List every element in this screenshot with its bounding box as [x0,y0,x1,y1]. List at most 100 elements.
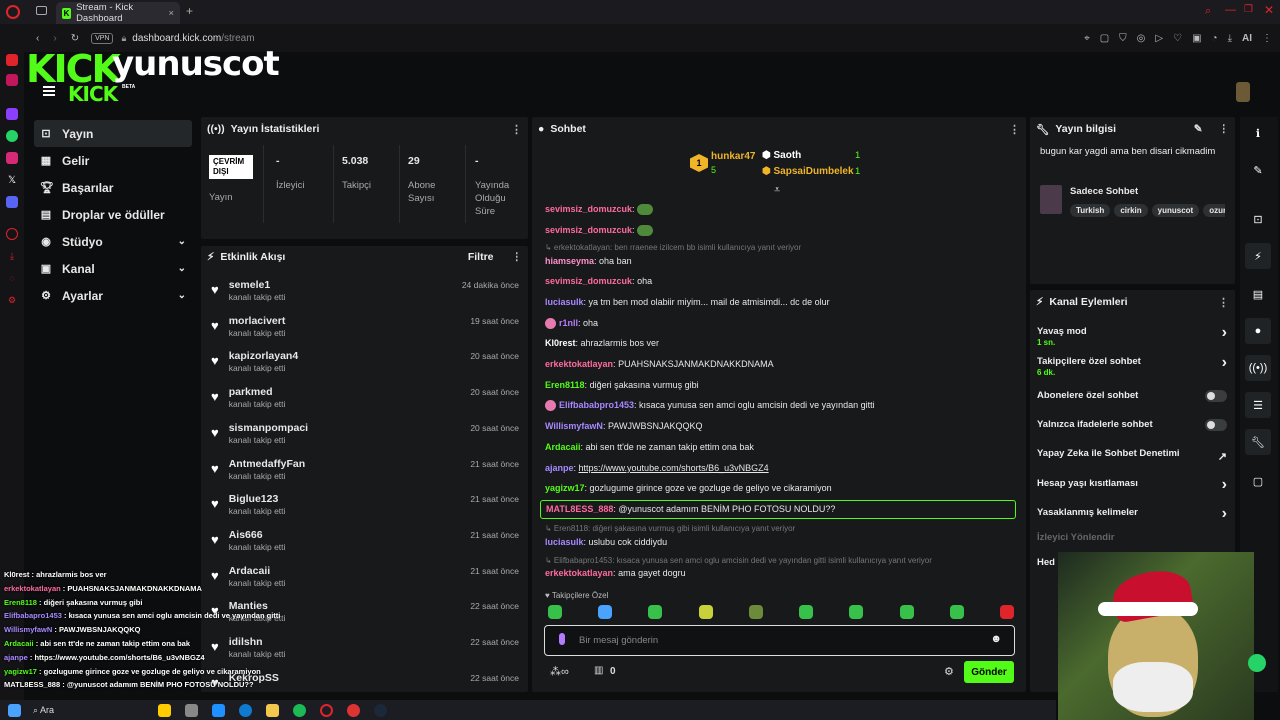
discord-icon[interactable] [6,196,18,208]
activity-event[interactable]: ♥ sismanpompaci kanalı takip etti 20 saat ö… [211,419,519,455]
browser-tab-active[interactable]: K Stream - Kick Dashboard × [56,2,180,24]
search-icon[interactable]: ⌕ [1205,5,1211,18]
chat-message[interactable]: sevimsiz_domuzcuk: [545,225,654,237]
pencil-icon[interactable]: ✎ [1245,157,1271,183]
tag-chip[interactable]: Turkish [1070,204,1111,217]
sliders-icon[interactable]: ☰ [1245,392,1271,418]
opera-logo-icon[interactable] [6,5,20,19]
emote-icon[interactable] [849,605,864,619]
chat-username[interactable]: MATL8ESS_888 [546,504,613,514]
chat-message[interactable]: Ardacaii: abi sen tt'de ne zaman takip e… [545,442,754,452]
chat-message[interactable]: hiamseyma: oha ban [545,256,632,266]
shield-icon[interactable]: ⛉ [1119,33,1127,44]
gift-box-icon[interactable]: ▥ [594,665,603,676]
settings-gear-icon[interactable]: ⚙ [6,294,18,306]
points-icon[interactable]: ⁂∞ [550,665,569,678]
play-icon[interactable]: ▷ [1155,33,1163,44]
chat-username[interactable]: r1nll [559,318,578,328]
toggle-switch[interactable] [1205,419,1227,431]
activity-event[interactable]: ♥ Biglue123 kanalı takip etti 21 saat önce [211,490,519,526]
chat-message[interactable]: r1nll: oha [545,318,598,330]
chat-username[interactable]: WillismyfawN [545,421,603,431]
chat-username[interactable]: sevimsiz_domuzcuk [545,276,632,286]
maximize-icon[interactable]: ❐ [1244,4,1253,15]
downloads-icon[interactable]: ⤓ [6,250,18,262]
whatsapp-float-icon[interactable] [1248,654,1266,672]
event-username[interactable]: parkmed [229,386,286,398]
whatsapp-icon[interactable] [6,130,18,142]
minimize-icon[interactable]: — [1225,4,1236,16]
emoji-picker-icon[interactable]: ☻ [990,633,1002,645]
chat-username[interactable]: sevimsiz_domuzcuk [545,225,632,235]
reload-icon[interactable]: ↻ [71,33,79,44]
microphone-icon[interactable] [559,633,565,645]
tag-chip[interactable]: cirkin [1114,204,1148,217]
tag-chip[interactable]: yunuscot [1151,204,1200,217]
opera-gx-icon[interactable] [320,703,334,717]
more-options-icon[interactable]: ⋮ [1009,123,1020,136]
chat-settings-icon[interactable]: ⚙ [944,665,954,678]
obs-icon[interactable] [347,703,361,717]
channel-action-item[interactable]: Takipçilere özel sohbet 6 dk. › [1037,354,1227,377]
event-username[interactable]: Ardacaii [229,565,286,577]
chat-link[interactable]: https://www.youtube.com/shorts/B6_u3vNBG… [579,463,769,473]
camera-icon[interactable]: ◎ [1137,33,1146,44]
event-username[interactable]: semele1 [229,279,286,291]
chat-username[interactable]: Eren8118 [545,380,585,390]
chat-username[interactable]: ajanpe [545,463,574,473]
new-tab-icon[interactable]: + [186,4,193,18]
chat-username[interactable]: Kl0rest [545,338,576,348]
leader-name[interactable]: hunkar47 [711,151,755,162]
send-button[interactable]: Gönder [964,661,1014,683]
hamburger-menu-icon[interactable] [43,86,55,96]
more-options-icon[interactable]: ⋮ [512,251,523,263]
expand-leaderboard-icon[interactable]: ⩡ [774,184,780,197]
activity-event[interactable]: ♥ Ais666 kanalı takip etti 21 saat önce [211,526,519,562]
chat-username[interactable]: sevimsiz_domuzcuk [545,204,632,214]
twitch-icon[interactable] [6,108,18,120]
windows-start-icon[interactable] [8,703,21,717]
emote-icon[interactable] [899,605,914,619]
edit-pencil-icon[interactable]: ✎ [1194,123,1203,135]
channel-action-item[interactable]: Abonelere özel sohbet [1037,390,1227,402]
chat-username[interactable]: hiamseyma [545,256,594,266]
chat-message[interactable]: MATL8ESS_888: @yunuscot adamım BENİM PHO… [540,500,1016,519]
emote-icon[interactable] [698,605,713,619]
emote-icon[interactable] [999,605,1014,619]
nav-item-settings[interactable]: ⚙ Ayarlar ⌄ [34,282,192,309]
bolt-icon[interactable]: ⚡︎ [1245,243,1271,269]
channel-action-item[interactable]: Yasaklanmış kelimeler › [1037,505,1227,522]
chat-message[interactable]: sevimsiz_domuzcuk: oha [545,276,652,286]
extensions-icon[interactable]: ◌ [6,272,18,284]
channel-action-item[interactable]: Yavaş mod 1 sn. › [1037,324,1227,347]
menu-icon[interactable]: ⋮ [1262,33,1272,44]
document-icon[interactable]: ▤ [1245,281,1271,307]
chat-message[interactable]: Kl0rest: ahrazlarmis bos ver [545,338,659,348]
vpn-badge[interactable]: VPN [91,32,114,44]
url-host[interactable]: dashboard.kick.com [132,33,221,44]
activity-event[interactable]: ♥ Ardacaii kanalı takip etti 21 saat önce [211,562,519,598]
file-explorer-icon[interactable] [266,703,280,717]
chat-username[interactable]: luciasulk [545,297,584,307]
copilot-icon[interactable] [212,703,226,717]
more-options-icon[interactable]: ⋮ [1218,296,1229,309]
close-tab-icon[interactable]: × [168,8,174,19]
widgets-icon[interactable] [158,703,172,717]
info-icon[interactable]: ℹ︎ [1245,120,1271,146]
history-icon[interactable] [6,228,18,240]
activity-event[interactable]: ♥ AntmedaffyFan kanalı takip etti 21 saat ö… [211,455,519,491]
pin-icon[interactable]: ⌖ [1084,33,1090,44]
chat-message[interactable]: ajanpe: https://www.youtube.com/shorts/B… [545,463,769,473]
chat-message[interactable]: luciasulk: uslubu cok ciddiydu [545,537,667,547]
emote-icon[interactable] [748,605,763,619]
profile-icon[interactable]: ◔ [1212,33,1218,44]
chat-message[interactable]: WillismyfawN: PAWJWBSNJAKQQKQ [545,421,702,431]
nav-item-revenue[interactable]: ▦ Gelir [34,147,192,174]
chat-username[interactable]: luciasulk [545,537,584,547]
chat-message[interactable]: erkektokatlayan: ama gayet dogru [545,568,686,578]
emote-icon[interactable] [949,605,964,619]
chat-username[interactable]: erkektokatlayan [545,359,613,369]
chat-input[interactable]: Bir mesaj gönderin ☻ [544,625,1015,656]
channel-action-item[interactable]: Yalnızca ifadelerle sohbet [1037,419,1227,431]
toggle-switch[interactable] [1205,390,1227,402]
